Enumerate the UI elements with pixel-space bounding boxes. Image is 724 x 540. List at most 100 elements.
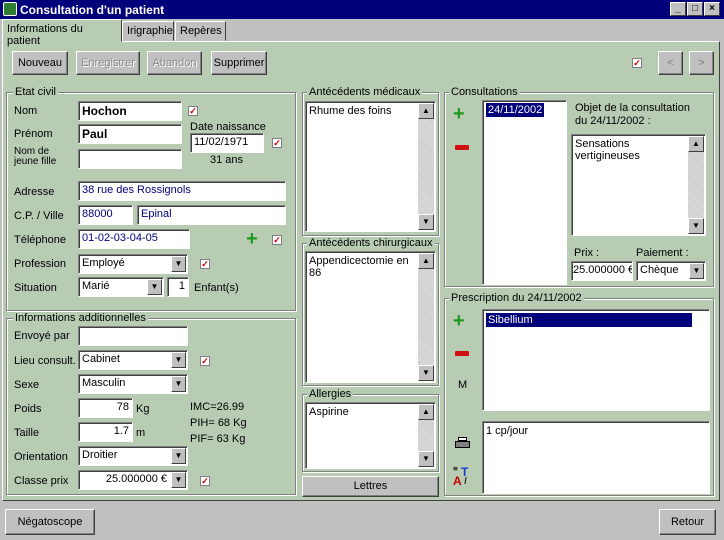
list-item[interactable]: Sibellium xyxy=(486,313,692,327)
nouveau-button[interactable]: Nouveau xyxy=(12,51,68,75)
edit-icon[interactable]: ✓ xyxy=(200,356,210,366)
font-format-icon[interactable]: ≡ T A I xyxy=(453,465,473,489)
paiement-select[interactable]: Chèque ▼ xyxy=(636,261,706,281)
edit-icon[interactable]: ✓ xyxy=(200,476,210,486)
scroll-down-icon[interactable]: ▼ xyxy=(418,365,434,381)
remove-prescription-icon[interactable] xyxy=(455,351,469,356)
consultations-list[interactable]: 24/11/2002 xyxy=(482,100,567,285)
negatoscope-button[interactable]: Négatoscope xyxy=(5,509,95,535)
objet-textarea[interactable]: Sensations vertigineuses ▲ ▼ xyxy=(571,134,706,236)
situation-select[interactable]: Marié ▼ xyxy=(78,277,164,297)
paiement-value: Chèque xyxy=(640,264,679,276)
tab-informations-patient[interactable]: Informations du patient xyxy=(2,19,122,47)
allergies-textarea[interactable]: Aspirine ▲ ▼ xyxy=(305,402,436,469)
poids-field[interactable]: 78 xyxy=(78,398,133,418)
supprimer-button[interactable]: Supprimer xyxy=(211,51,267,75)
dropdown-arrow-icon[interactable]: ▼ xyxy=(147,279,162,295)
ville-field[interactable]: Epinal xyxy=(137,205,286,225)
dropdown-arrow-icon[interactable]: ▼ xyxy=(171,352,186,368)
prix-field[interactable]: 25.000000 € xyxy=(571,261,633,281)
scrollbar[interactable]: ▲ ▼ xyxy=(418,253,434,381)
edit-icon[interactable]: ✓ xyxy=(272,138,282,148)
profession-label: Profession xyxy=(14,258,66,270)
dropdown-arrow-icon[interactable]: ▼ xyxy=(689,263,704,279)
lettres-button[interactable]: Lettres xyxy=(302,476,439,497)
nom-field[interactable]: Hochon xyxy=(78,101,182,121)
posologie-textarea[interactable]: 1 cp/jour xyxy=(482,421,710,494)
enregistrer-button[interactable]: Enregistrer xyxy=(76,51,140,75)
sexe-select[interactable]: Masculin ▼ xyxy=(78,374,188,394)
profession-select[interactable]: Employé ▼ xyxy=(78,254,188,274)
tab-reperes[interactable]: Repères xyxy=(175,21,226,41)
group-title: Allergies xyxy=(307,388,354,400)
scroll-down-icon[interactable]: ▼ xyxy=(688,218,704,234)
cp-field[interactable]: 88000 xyxy=(78,205,133,225)
adresse-field[interactable]: 38 rue des Rossignols xyxy=(78,181,286,201)
classe-label: Classe prix xyxy=(14,475,69,487)
telephone-label: Téléphone xyxy=(14,234,66,246)
m-label[interactable]: M xyxy=(458,379,467,391)
scroll-down-icon[interactable]: ▼ xyxy=(418,451,434,467)
classe-value: 25.000000 € xyxy=(105,473,167,485)
sexe-label: Sexe xyxy=(14,379,40,391)
prenom-field[interactable]: Paul xyxy=(78,124,182,144)
edit-icon[interactable]: ✓ xyxy=(272,235,282,245)
dropdown-arrow-icon[interactable]: ▼ xyxy=(171,448,186,464)
poids-unit: Kg xyxy=(136,403,150,415)
edit-icon[interactable]: ✓ xyxy=(200,259,210,269)
scrollbar[interactable]: ▲ ▼ xyxy=(688,136,704,234)
scroll-down-icon[interactable]: ▼ xyxy=(418,214,434,230)
jeune-fille-field[interactable] xyxy=(78,149,182,169)
abandon-button[interactable]: Abandon xyxy=(147,51,202,75)
date-naissance-field[interactable]: 11/02/1971 xyxy=(190,133,264,153)
enfants-field[interactable]: 1 xyxy=(167,277,189,297)
envoye-field[interactable] xyxy=(78,326,188,346)
classe-select[interactable]: 25.000000 € ▼ xyxy=(78,470,188,490)
dropdown-arrow-icon[interactable]: ▼ xyxy=(171,472,186,488)
next-button[interactable]: > xyxy=(689,51,714,75)
paiement-label: Paiement : xyxy=(636,247,689,259)
scroll-up-icon[interactable]: ▲ xyxy=(418,103,434,119)
pif-text: PIF= 63 Kg xyxy=(190,433,246,445)
situation-label: Situation xyxy=(14,282,57,294)
remove-consultation-icon[interactable] xyxy=(455,145,469,150)
list-item[interactable]: 24/11/2002 xyxy=(486,103,545,117)
maximize-button[interactable]: □ xyxy=(687,2,703,16)
add-prescription-icon[interactable]: + xyxy=(453,311,465,331)
scroll-up-icon[interactable]: ▲ xyxy=(418,253,434,269)
envoye-label: Envoyé par xyxy=(14,330,70,342)
printer-icon[interactable] xyxy=(455,437,470,450)
adresse-label: Adresse xyxy=(14,186,55,198)
scroll-up-icon[interactable]: ▲ xyxy=(418,404,434,420)
tab-irigraphie[interactable]: Irigraphie xyxy=(122,21,174,41)
edit-icon[interactable]: ✓ xyxy=(632,58,642,68)
antecedents-medicaux-textarea[interactable]: Rhume des foins ▲ ▼ xyxy=(305,101,436,232)
antecedents-chirurgicaux-text: Appendicectomie en 86 xyxy=(309,255,409,279)
taille-unit: m xyxy=(136,427,146,439)
minimize-button[interactable]: _ xyxy=(670,2,686,16)
situation-value: Marié xyxy=(82,280,110,292)
close-button[interactable]: × xyxy=(704,2,720,16)
edit-icon[interactable]: ✓ xyxy=(188,106,198,116)
lieu-select[interactable]: Cabinet ▼ xyxy=(78,350,188,370)
orientation-label: Orientation xyxy=(14,451,68,463)
group-title: Antécédents chirurgicaux xyxy=(307,237,435,249)
scroll-up-icon[interactable]: ▲ xyxy=(688,136,704,152)
scrollbar[interactable]: ▲ ▼ xyxy=(418,103,434,230)
tab-label: Irigraphie xyxy=(127,25,173,37)
telephone-field[interactable]: 01-02-03-04-05 xyxy=(78,229,190,249)
antecedents-chirurgicaux-textarea[interactable]: Appendicectomie en 86 ▲ ▼ xyxy=(305,251,436,383)
cp-ville-label: C.P. / Ville xyxy=(14,210,64,222)
add-consultation-icon[interactable]: + xyxy=(453,104,465,124)
dropdown-arrow-icon[interactable]: ▼ xyxy=(171,256,186,272)
group-title: Informations additionnelles xyxy=(13,312,148,324)
previous-button[interactable]: < xyxy=(658,51,683,75)
prescription-list[interactable]: Sibellium xyxy=(482,309,710,411)
taille-field[interactable]: 1.7 xyxy=(78,422,133,442)
add-icon[interactable]: + xyxy=(246,229,258,249)
retour-button[interactable]: Retour xyxy=(659,509,716,535)
age-text: 31 ans xyxy=(210,154,244,166)
dropdown-arrow-icon[interactable]: ▼ xyxy=(171,376,186,392)
scrollbar[interactable]: ▲ ▼ xyxy=(418,404,434,467)
orientation-select[interactable]: Droitier ▼ xyxy=(78,446,188,466)
